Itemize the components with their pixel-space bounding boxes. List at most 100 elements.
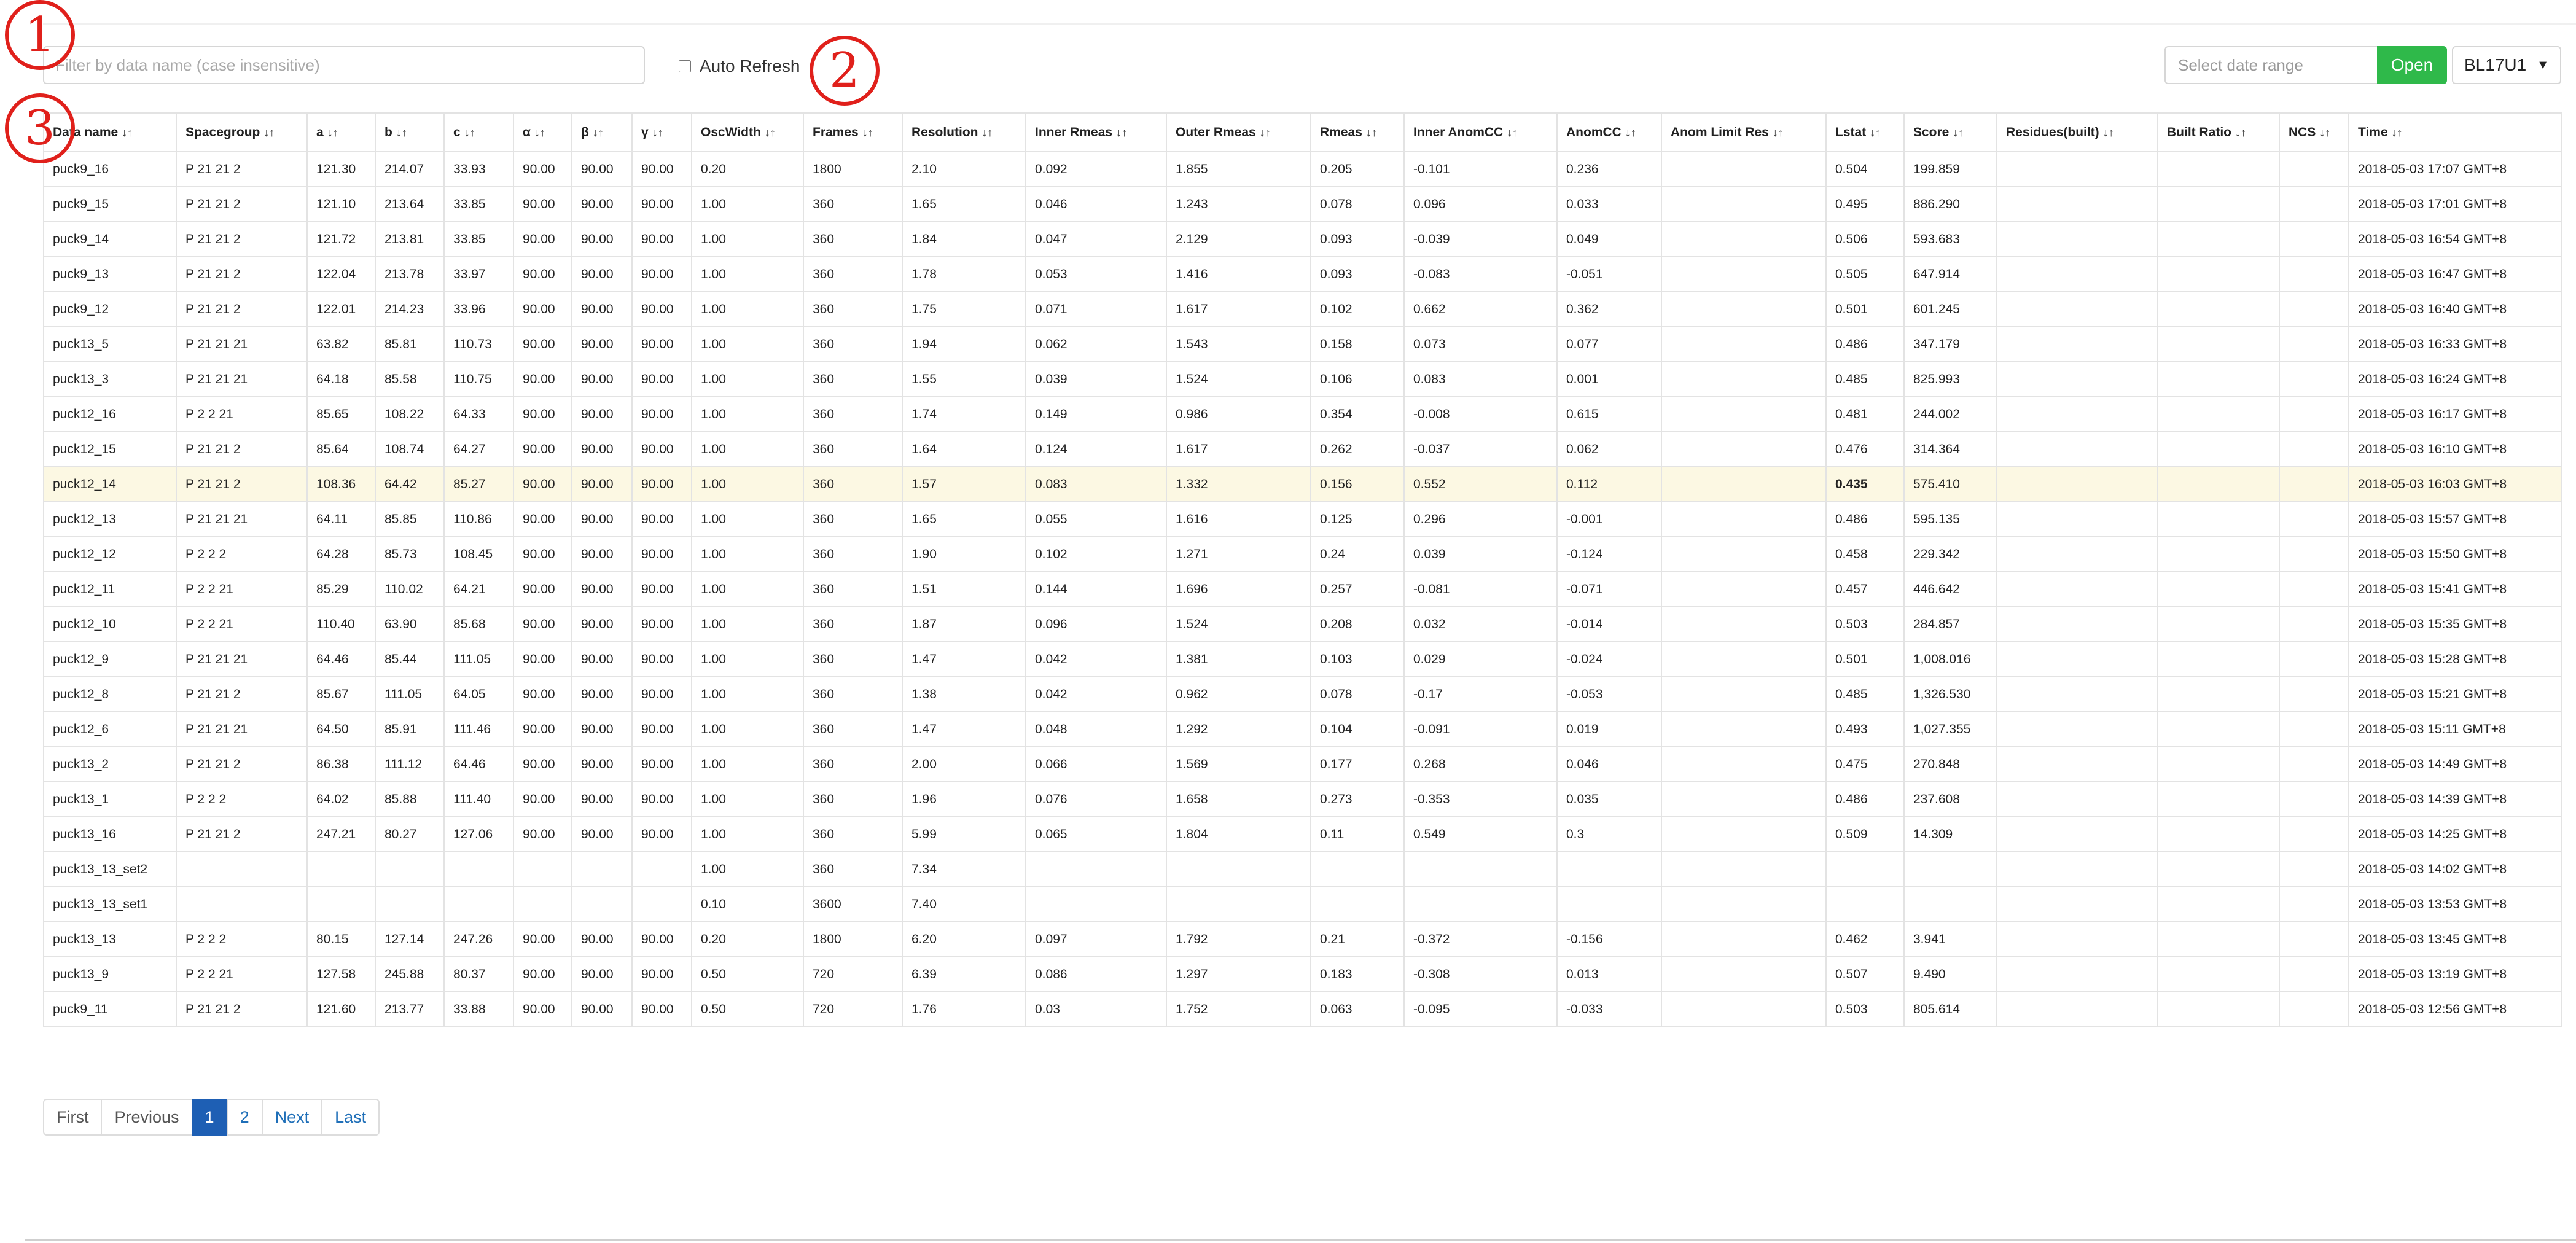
table-row[interactable]: puck12_11 P 2 2 21 85.29 110.02 64.21 90.00 90… (43, 571, 2562, 607)
table-row[interactable]: puck12_8 P 21 21 2 85.67 111.05 64.05 90.00 90… (43, 676, 2562, 712)
sort-icon[interactable]: ↓↑ (982, 127, 993, 139)
table-cell: 0.001 (1556, 361, 1662, 397)
table-cell: 110.75 (443, 361, 514, 397)
sort-icon[interactable]: ↓↑ (396, 127, 407, 139)
sort-icon[interactable]: ↓↑ (534, 127, 545, 139)
table-cell (1996, 466, 2158, 502)
table-cell: 0.962 (1166, 676, 1311, 712)
table-row[interactable]: puck9_15 P 21 21 2 121.10 213.64 33.85 90.00 9… (43, 186, 2562, 222)
column-header-10[interactable]: Resolution ↓↑ (902, 112, 1026, 152)
table-cell: 85.65 (306, 396, 376, 432)
date-range-input[interactable] (2164, 46, 2378, 84)
page-link-first[interactable]: First (43, 1099, 103, 1136)
table-cell: 1800 (803, 921, 903, 957)
sort-icon[interactable]: ↓↑ (1773, 127, 1784, 139)
table-cell: 2018-05-03 16:24 GMT+8 (2348, 361, 2562, 397)
table-row[interactable]: puck9_11 P 21 21 2 121.60 213.77 33.88 90.00 9… (43, 991, 2562, 1027)
table-row[interactable]: puck9_16 P 21 21 2 121.30 214.07 33.93 90.00 9… (43, 151, 2562, 187)
sort-icon[interactable]: ↓↑ (1260, 127, 1271, 139)
table-row[interactable]: puck13_13_set2 1.00 360 7.34 2018-05-03 14:0… (43, 851, 2562, 887)
sort-icon[interactable]: ↓↑ (862, 127, 873, 139)
sort-icon[interactable]: ↓↑ (2103, 127, 2114, 139)
table-row[interactable]: puck9_14 P 21 21 2 121.72 213.81 33.85 90.00 9… (43, 221, 2562, 257)
column-header-label: AnomCC (1566, 125, 1622, 139)
table-row[interactable]: puck12_9 P 21 21 21 64.46 85.44 111.05 90.00 9… (43, 641, 2562, 677)
sort-icon[interactable]: ↓↑ (464, 127, 475, 139)
column-header-19[interactable]: Residues(built) ↓↑ (1996, 112, 2158, 152)
table-cell (1661, 291, 1827, 327)
table-cell (1661, 151, 1827, 187)
column-header-7[interactable]: γ ↓↑ (631, 112, 692, 152)
column-header-11[interactable]: Inner Rmeas ↓↑ (1025, 112, 1167, 152)
table-cell: 90.00 (513, 151, 572, 187)
table-row[interactable]: puck13_1 P 2 2 2 64.02 85.88 111.40 90.00 90.0… (43, 781, 2562, 817)
sort-icon[interactable]: ↓↑ (2319, 127, 2330, 139)
table-row[interactable]: puck12_12 P 2 2 2 64.28 85.73 108.45 90.00 90.… (43, 536, 2562, 572)
table-row[interactable]: puck12_16 P 2 2 21 85.65 108.22 64.33 90.00 90… (43, 396, 2562, 432)
column-header-9[interactable]: Frames ↓↑ (803, 112, 903, 152)
table-row[interactable]: puck13_9 P 2 2 21 127.58 245.88 80.37 90.00 90… (43, 956, 2562, 992)
table-row[interactable]: puck12_14 P 21 21 2 108.36 64.42 85.27 90.00 9… (43, 466, 2562, 502)
sort-icon[interactable]: ↓↑ (2235, 127, 2246, 139)
table-cell: 0.20 (691, 151, 804, 187)
page-link-1[interactable]: 1 (191, 1099, 228, 1136)
table-row[interactable]: puck12_10 P 2 2 21 110.40 63.90 85.68 90.00 90… (43, 606, 2562, 642)
column-header-8[interactable]: OscWidth ↓↑ (691, 112, 804, 152)
table-cell (2157, 186, 2280, 222)
column-header-3[interactable]: b ↓↑ (375, 112, 445, 152)
column-header-2[interactable]: a ↓↑ (306, 112, 376, 152)
table-cell (1661, 606, 1827, 642)
column-header-22[interactable]: Time ↓↑ (2348, 112, 2562, 152)
table-row[interactable]: puck13_16 P 21 21 2 247.21 80.27 127.06 90.00… (43, 816, 2562, 852)
table-row[interactable]: puck13_2 P 21 21 2 86.38 111.12 64.46 90.00 90… (43, 746, 2562, 782)
column-header-21[interactable]: NCS ↓↑ (2279, 112, 2349, 152)
table-row[interactable]: puck13_13 P 2 2 2 80.15 127.14 247.26 90.00 90… (43, 921, 2562, 957)
column-header-4[interactable]: c ↓↑ (443, 112, 514, 152)
table-cell: 1.57 (902, 466, 1026, 502)
sort-icon[interactable]: ↓↑ (122, 127, 133, 139)
column-header-1[interactable]: Spacegroup ↓↑ (176, 112, 308, 152)
page-link-last[interactable]: Last (321, 1099, 380, 1136)
beamline-select[interactable]: BL17U1 ▼ (2452, 46, 2561, 84)
table-row[interactable]: puck12_6 P 21 21 21 64.50 85.91 111.46 90.00 9… (43, 711, 2562, 747)
table-cell: puck9_16 (43, 151, 177, 187)
filter-input[interactable] (43, 46, 645, 84)
column-header-18[interactable]: Score ↓↑ (1903, 112, 1997, 152)
table-row[interactable]: puck13_3 P 21 21 21 64.18 85.58 110.75 90.00 9… (43, 361, 2562, 397)
table-row[interactable]: puck13_13_set1 0.10 3600 7.40 2018-05-03 13:… (43, 886, 2562, 922)
auto-refresh-checkbox[interactable] (679, 60, 691, 72)
table-row[interactable]: puck12_15 P 21 21 2 85.64 108.74 64.27 90.00 9… (43, 431, 2562, 467)
column-header-13[interactable]: Rmeas ↓↑ (1310, 112, 1405, 152)
open-button[interactable]: Open (2377, 46, 2447, 84)
sort-icon[interactable]: ↓↑ (1953, 127, 1964, 139)
table-row[interactable]: puck9_13 P 21 21 2 122.04 213.78 33.97 90.00 9… (43, 256, 2562, 292)
table-row[interactable]: puck13_5 P 21 21 21 63.82 85.81 110.73 90.00 9… (43, 326, 2562, 362)
sort-icon[interactable]: ↓↑ (1116, 127, 1127, 139)
column-header-14[interactable]: Inner AnomCC ↓↑ (1403, 112, 1558, 152)
table-row[interactable]: puck12_13 P 21 21 21 64.11 85.85 110.86 90.00… (43, 501, 2562, 537)
sort-icon[interactable]: ↓↑ (1507, 127, 1518, 139)
auto-refresh-toggle[interactable]: Auto Refresh (679, 56, 800, 76)
column-header-5[interactable]: α ↓↑ (513, 112, 572, 152)
column-header-16[interactable]: Anom Limit Res ↓↑ (1661, 112, 1827, 152)
table-row[interactable]: puck9_12 P 21 21 2 122.01 214.23 33.96 90.00 9… (43, 291, 2562, 327)
column-header-12[interactable]: Outer Rmeas ↓↑ (1166, 112, 1311, 152)
table-cell: 90.00 (631, 221, 692, 257)
sort-icon[interactable]: ↓↑ (652, 127, 663, 139)
sort-icon[interactable]: ↓↑ (2392, 127, 2403, 139)
sort-icon[interactable]: ↓↑ (1625, 127, 1636, 139)
sort-icon[interactable]: ↓↑ (1366, 127, 1377, 139)
column-header-15[interactable]: AnomCC ↓↑ (1556, 112, 1662, 152)
sort-icon[interactable]: ↓↑ (1870, 127, 1881, 139)
column-header-20[interactable]: Built Ratio ↓↑ (2157, 112, 2280, 152)
page-link-2[interactable]: 2 (226, 1099, 263, 1136)
sort-icon[interactable]: ↓↑ (593, 127, 604, 139)
sort-icon[interactable]: ↓↑ (327, 127, 338, 139)
sort-icon[interactable]: ↓↑ (765, 127, 776, 139)
column-header-17[interactable]: Lstat ↓↑ (1825, 112, 1905, 152)
table-cell: 0.183 (1310, 956, 1405, 992)
page-link-previous[interactable]: Previous (101, 1099, 193, 1136)
column-header-6[interactable]: β ↓↑ (571, 112, 633, 152)
sort-icon[interactable]: ↓↑ (263, 127, 275, 139)
page-link-next[interactable]: Next (261, 1099, 323, 1136)
